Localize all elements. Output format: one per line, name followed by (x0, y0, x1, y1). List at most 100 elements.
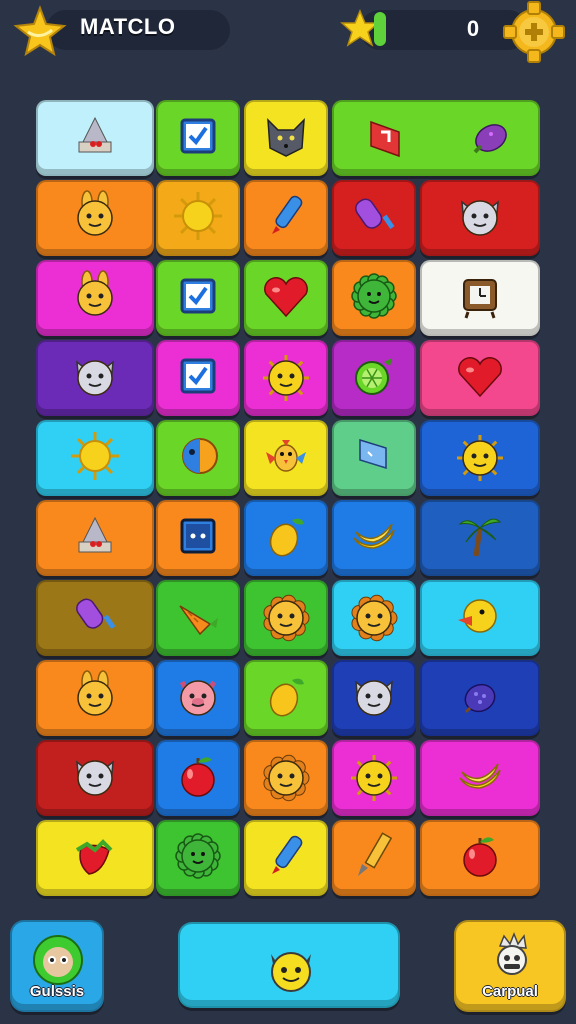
clown-icon (497, 931, 527, 975)
grid-tile[interactable] (332, 580, 416, 656)
grid-tile[interactable] (36, 740, 154, 816)
grid-tile[interactable] (156, 820, 240, 896)
carpual-label: Carpual (482, 983, 538, 1000)
spiky-ball-icon (175, 833, 221, 879)
popsicle-icon (76, 598, 116, 629)
grid-tile[interactable] (156, 340, 240, 416)
grid-tile[interactable] (36, 340, 154, 416)
grid-tile[interactable] (244, 260, 328, 336)
grid-tile[interactable] (156, 500, 240, 576)
score-value: 0 (466, 16, 480, 41)
flag-icon (370, 120, 400, 158)
bunny-icon (77, 270, 113, 316)
cat-face-icon (271, 952, 311, 992)
lion-icon (263, 754, 310, 802)
grid-tile[interactable] (244, 820, 328, 896)
grid-tile[interactable] (36, 420, 154, 496)
heart-icon (458, 357, 502, 398)
plum-icon (464, 683, 496, 714)
orange-half-icon (182, 438, 218, 474)
grid-tile[interactable] (420, 820, 540, 896)
banana-icon (353, 523, 395, 549)
sun-face-icon (263, 355, 309, 401)
grid-tile[interactable] (36, 660, 154, 736)
palm-tree-icon (458, 518, 502, 557)
grid-tile[interactable] (156, 260, 240, 336)
grid-tile[interactable] (332, 340, 416, 416)
banana-icon (459, 763, 501, 789)
banana-star-icon (13, 5, 67, 57)
grid-tile[interactable] (244, 100, 328, 176)
mango-icon (269, 518, 304, 557)
grid-tile[interactable] (156, 180, 240, 256)
grid-tile[interactable] (332, 660, 416, 736)
bunny-icon (77, 670, 113, 716)
grid-tile[interactable] (332, 260, 416, 336)
eggplant-icon (473, 124, 507, 154)
cake-slice-icon (78, 116, 112, 153)
gulssis-button[interactable]: Gulssis (10, 920, 104, 1012)
grid-tile[interactable] (332, 420, 416, 496)
grid-tile[interactable] (420, 340, 540, 416)
gulssis-label: Gulssis (29, 983, 85, 1000)
grid-tile[interactable] (244, 660, 328, 736)
grid-tile[interactable] (420, 500, 540, 576)
grid-tile[interactable] (332, 740, 416, 816)
pig-icon (179, 680, 217, 716)
grid-tile[interactable] (244, 180, 328, 256)
carpual-button[interactable]: Carpual (454, 920, 566, 1012)
grid-tile[interactable] (332, 100, 540, 176)
grid-tile[interactable] (420, 740, 540, 816)
apple-icon (463, 837, 497, 877)
duck-icon (458, 599, 497, 633)
game-title: MATCLO (80, 14, 176, 39)
grid-tile[interactable] (420, 180, 540, 256)
grid-tile[interactable] (244, 580, 328, 656)
checkbox-icon (180, 118, 216, 154)
gear-icon[interactable] (502, 0, 566, 64)
lion-icon (351, 594, 398, 642)
bird-icon (266, 440, 306, 472)
grid-tile[interactable] (36, 260, 154, 336)
checkbox-icon (180, 358, 216, 394)
grid-tile[interactable] (244, 340, 328, 416)
spiky-ball-icon (351, 273, 397, 319)
grid-tile[interactable] (36, 500, 154, 576)
grid-tile[interactable] (420, 580, 540, 656)
grid-tile[interactable] (36, 580, 154, 656)
sun-face-icon (457, 435, 503, 481)
grid-tile[interactable] (332, 500, 416, 576)
bunny-icon (77, 190, 113, 236)
grid-tile[interactable] (420, 420, 540, 496)
grid-tile[interactable] (156, 660, 240, 736)
carrot-icon (179, 605, 218, 636)
grid-tile[interactable] (332, 180, 416, 256)
sun-icon (71, 432, 119, 480)
grid-tile[interactable] (244, 740, 328, 816)
grid-tile[interactable] (332, 820, 416, 896)
lime-icon (355, 358, 392, 395)
marker-icon (272, 835, 303, 874)
center-play-button[interactable] (178, 922, 400, 1008)
grid-tile[interactable] (244, 420, 328, 496)
mango-icon (269, 678, 304, 717)
pencil-icon (358, 832, 393, 876)
apple-icon (181, 757, 215, 797)
sun-icon (174, 192, 222, 240)
cat-icon (76, 360, 114, 396)
wolf-icon (267, 118, 305, 157)
grid-tile[interactable] (420, 260, 540, 336)
grid-tile[interactable] (156, 100, 240, 176)
grid-tile[interactable] (420, 660, 540, 736)
popsicle-icon (355, 198, 395, 229)
sun-face-icon (351, 755, 397, 801)
strawberry-icon (75, 839, 113, 875)
grid-tile[interactable] (156, 740, 240, 816)
grid-tile[interactable] (36, 100, 154, 176)
grid-tile[interactable] (156, 580, 240, 656)
grid-tile[interactable] (36, 820, 154, 896)
grid-tile[interactable] (244, 500, 328, 576)
cake-slice-icon (78, 516, 112, 553)
grid-tile[interactable] (36, 180, 154, 256)
grid-tile[interactable] (156, 420, 240, 496)
